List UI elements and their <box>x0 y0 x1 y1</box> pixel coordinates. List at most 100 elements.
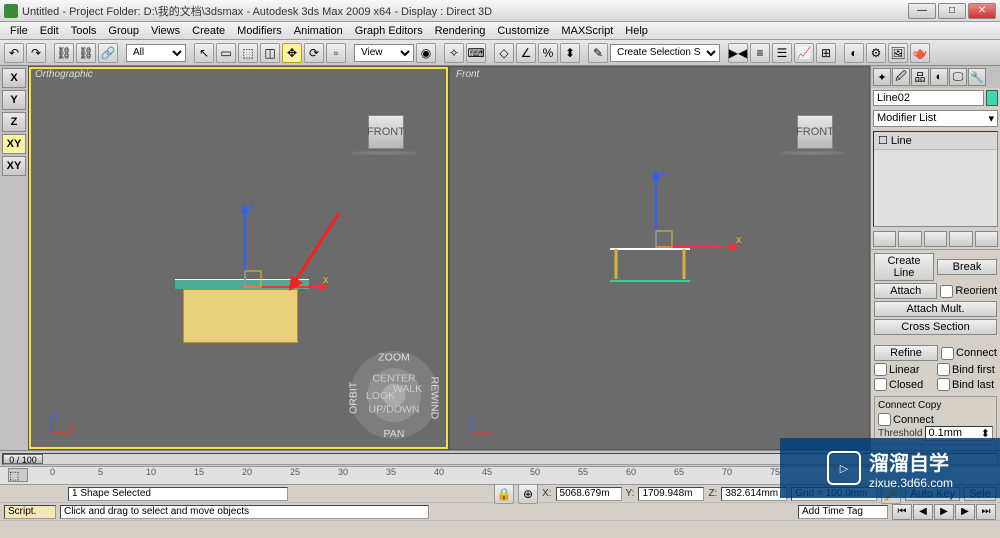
show-end-button[interactable] <box>898 231 921 247</box>
minimize-button[interactable]: — <box>908 3 936 19</box>
attach-button[interactable]: Attach <box>874 283 937 299</box>
menu-rendering[interactable]: Rendering <box>429 25 492 37</box>
menu-file[interactable]: File <box>4 25 34 37</box>
hierarchy-tab[interactable]: 品 <box>911 68 929 86</box>
align-button[interactable]: ≡ <box>750 43 770 63</box>
move-button[interactable]: ✥ <box>282 43 302 63</box>
reorient-checkbox[interactable] <box>940 285 953 298</box>
pin-stack-button[interactable] <box>873 231 896 247</box>
x-coord-field[interactable]: 5068.679m <box>556 487 622 501</box>
spinner-snap-button[interactable]: ⬍ <box>560 43 580 63</box>
link-button[interactable]: ⛓ <box>54 43 74 63</box>
render-setup-button[interactable]: ⚙ <box>866 43 886 63</box>
menu-animation[interactable]: Animation <box>288 25 349 37</box>
absolute-mode-button[interactable]: ⊕ <box>518 484 538 504</box>
percent-snap-button[interactable]: % <box>538 43 558 63</box>
trackbar-toggle[interactable]: ⬚ <box>8 468 28 482</box>
configure-button[interactable] <box>975 231 998 247</box>
menu-help[interactable]: Help <box>619 25 654 37</box>
refcoord-select[interactable]: View <box>354 44 414 62</box>
refine-button[interactable]: Refine <box>874 345 938 361</box>
mirror-button[interactable]: ▶◀ <box>728 43 748 63</box>
bind-last-checkbox[interactable] <box>937 378 950 391</box>
close-button[interactable]: ✕ <box>968 3 996 19</box>
window-crossing-button[interactable]: ◫ <box>260 43 280 63</box>
redo-button[interactable]: ↷ <box>26 43 46 63</box>
curve-editor-button[interactable]: 📈 <box>794 43 814 63</box>
axis-x-button[interactable]: X <box>2 68 26 88</box>
motion-tab[interactable]: ◐ <box>930 68 948 86</box>
angle-snap-button[interactable]: ∠ <box>516 43 536 63</box>
time-slider-thumb[interactable]: 0 / 100 <box>3 454 43 464</box>
manipulate-button[interactable]: ✧ <box>444 43 464 63</box>
scale-button[interactable]: ▫ <box>326 43 346 63</box>
unique-button[interactable] <box>924 231 947 247</box>
select-button[interactable]: ↖ <box>194 43 214 63</box>
menu-maxscript[interactable]: MAXScript <box>555 25 619 37</box>
utilities-tab[interactable]: 🔧 <box>968 68 986 86</box>
play-button[interactable]: ▶ <box>934 504 954 520</box>
bind-first-checkbox[interactable] <box>937 363 950 376</box>
layers-button[interactable]: ☰ <box>772 43 792 63</box>
menu-create[interactable]: Create <box>186 25 231 37</box>
lock-selection-button[interactable]: 🔒 <box>494 484 514 504</box>
break-button[interactable]: Break <box>937 259 997 275</box>
move-gizmo[interactable]: z x <box>642 159 762 259</box>
modifier-list-dropdown[interactable]: Modifier List▾ <box>873 110 998 127</box>
named-selection-set[interactable]: Create Selection Set <box>610 44 720 62</box>
axis-z-button[interactable]: Z <box>2 112 26 132</box>
display-tab[interactable]: 🖵 <box>949 68 967 86</box>
keyboard-button[interactable]: ⌨ <box>466 43 486 63</box>
maximize-button[interactable]: □ <box>938 3 966 19</box>
material-button[interactable]: ◐ <box>844 43 864 63</box>
axis-xy-button[interactable]: XY <box>2 134 26 154</box>
y-coord-field[interactable]: 1709.948m <box>638 487 704 501</box>
create-line-button[interactable]: Create Line <box>874 253 934 281</box>
steering-wheel[interactable]: ZOOM PAN ORBIT REWIND CENTER WALK LOOK U… <box>346 347 442 443</box>
menu-customize[interactable]: Customize <box>491 25 555 37</box>
snap-button[interactable]: ◇ <box>494 43 514 63</box>
next-frame-button[interactable]: ▶ <box>955 504 975 520</box>
menu-grapheditors[interactable]: Graph Editors <box>349 25 429 37</box>
render-frame-button[interactable]: 🖼 <box>888 43 908 63</box>
viewport-front[interactable]: Front FRONT z x <box>450 67 869 449</box>
schematic-button[interactable]: ⊞ <box>816 43 836 63</box>
viewport-orthographic[interactable]: Orthographic FRONT z x <box>29 67 448 449</box>
menu-modifiers[interactable]: Modifiers <box>231 25 288 37</box>
linear-checkbox[interactable] <box>874 363 887 376</box>
menu-tools[interactable]: Tools <box>65 25 103 37</box>
z-coord-field[interactable]: 382.614mm <box>721 487 787 501</box>
center-button[interactable]: ◉ <box>416 43 436 63</box>
add-time-tag[interactable]: Add Time Tag <box>798 505 888 519</box>
bind-button[interactable]: 🔗 <box>98 43 118 63</box>
cross-section-button[interactable]: Cross Section <box>874 319 997 335</box>
menu-group[interactable]: Group <box>102 25 145 37</box>
undo-button[interactable]: ↶ <box>4 43 24 63</box>
prev-frame-button[interactable]: ◀ <box>913 504 933 520</box>
goto-start-button[interactable]: ⏮ <box>892 504 912 520</box>
attach-mult-button[interactable]: Attach Mult. <box>874 301 997 317</box>
create-tab[interactable]: ✦ <box>873 68 891 86</box>
viewcube[interactable]: FRONT <box>797 115 833 149</box>
axis-y-button[interactable]: Y <box>2 90 26 110</box>
connect-checkbox[interactable] <box>941 347 954 360</box>
select-region-button[interactable]: ⬚ <box>238 43 258 63</box>
render-button[interactable]: 🫖 <box>910 43 930 63</box>
connect-copy-checkbox[interactable] <box>878 413 891 426</box>
menu-edit[interactable]: Edit <box>34 25 65 37</box>
modify-tab[interactable]: 🖉 <box>892 68 910 86</box>
stack-item-line[interactable]: ☐ Line <box>874 132 997 150</box>
rotate-button[interactable]: ⟳ <box>304 43 324 63</box>
axis-xy2-button[interactable]: XY <box>2 156 26 176</box>
unlink-button[interactable]: ⛓ <box>76 43 96 63</box>
script-listener[interactable]: Script. <box>4 505 56 519</box>
goto-end-button[interactable]: ⏭ <box>976 504 996 520</box>
viewcube[interactable]: FRONT <box>368 115 404 149</box>
modifier-stack[interactable]: ☐ Line <box>873 131 998 227</box>
closed-checkbox[interactable] <box>874 378 887 391</box>
object-color-swatch[interactable] <box>986 90 998 106</box>
remove-button[interactable] <box>949 231 972 247</box>
select-name-button[interactable]: ▭ <box>216 43 236 63</box>
named-sel-button[interactable]: ✎ <box>588 43 608 63</box>
object-name-field[interactable]: Line02 <box>873 90 984 106</box>
